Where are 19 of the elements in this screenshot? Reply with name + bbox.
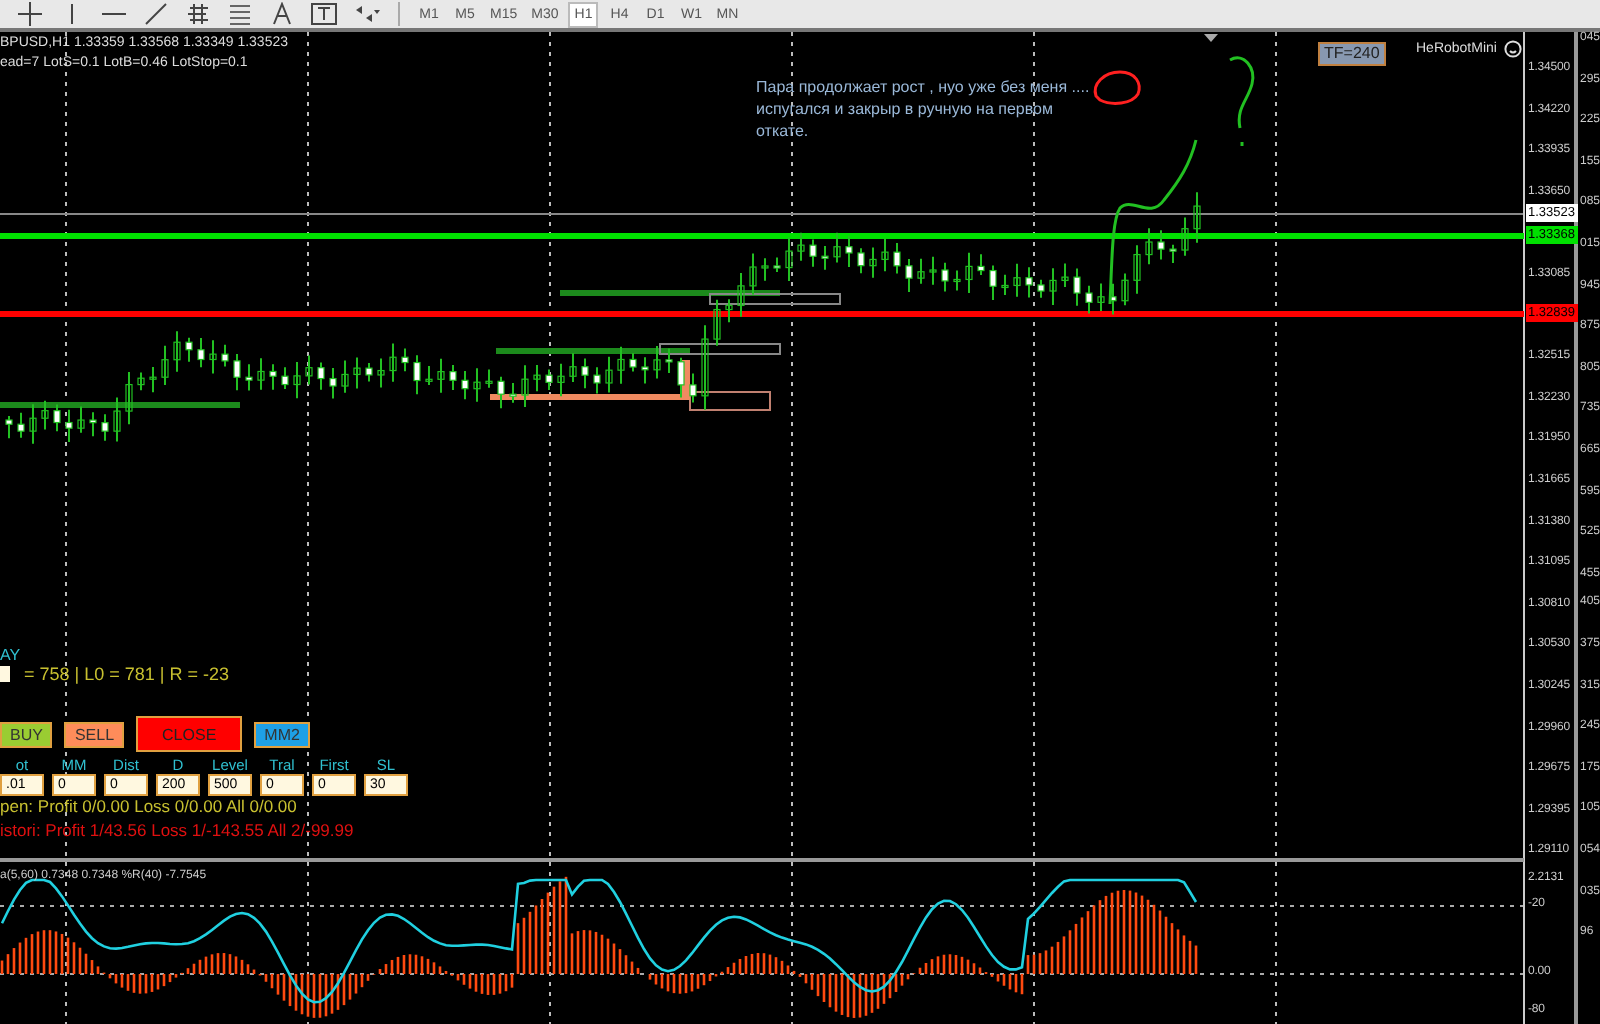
trade-button[interactable]: MM2 [254,721,310,747]
chart-comment-text: Пара продолжает рост , нуо уже без меня .... испугался и закрыр в ручную на первом откате. [756,76,1092,142]
label-tool-icon[interactable] [306,1,342,27]
input-field[interactable] [0,666,10,682]
open-summary-text: pen: Profit 0/0.00 Loss 0/0.00 All 0/0.00 [0,796,297,816]
question-mark-drawing [1228,56,1255,148]
order-level-box [689,391,771,411]
panel-title-text: AY [0,646,21,664]
stats-text: = 758 | L0 = 781 | R = -23 [24,666,229,684]
triangle-marker-icon [1204,34,1218,42]
trade-button[interactable]: CLOSE [136,716,243,752]
order-level-box [659,343,781,355]
smiley-icon [1504,40,1522,58]
crosshair-tool-icon[interactable] [12,1,48,27]
history-summary-text: istori: Profit 1/43.56 Loss 1/-143.55 All 2/-99.99 [0,820,354,840]
trade-button[interactable]: SELL [64,721,125,747]
timeframe-badge: TF=240 [1318,42,1386,66]
order-level-box [709,293,841,305]
trade-button[interactable]: BUY [0,721,53,747]
